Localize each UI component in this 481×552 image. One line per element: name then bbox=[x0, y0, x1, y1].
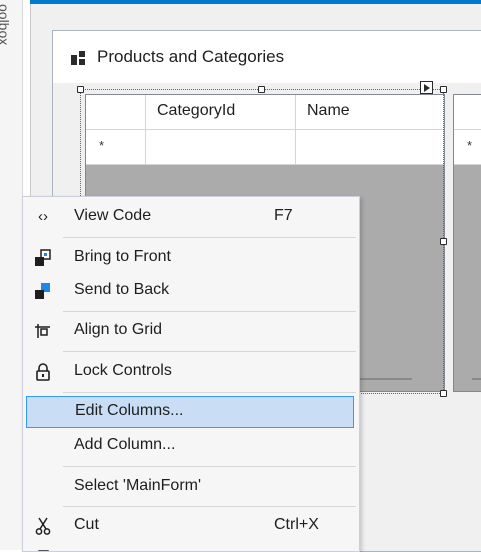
menu-separator bbox=[63, 311, 356, 312]
menu-item-edit-columns[interactable]: Edit Columns... bbox=[26, 396, 354, 428]
context-menu: ‹› View Code F7 Bring to Front Send to B… bbox=[22, 196, 360, 552]
menu-item-align-to-grid[interactable]: Align to Grid bbox=[23, 315, 359, 347]
menu-item-view-code[interactable]: ‹› View Code F7 bbox=[23, 201, 359, 233]
toolbox-tab-label: oolbox bbox=[0, 4, 12, 46]
new-row-glyph: * bbox=[467, 138, 473, 153]
menu-item-cut[interactable]: Cut Ctrl+X bbox=[23, 510, 359, 542]
form-title: Products and Categories bbox=[97, 47, 285, 66]
send-to-back-icon bbox=[33, 281, 53, 301]
smart-tag-glyph[interactable] bbox=[420, 81, 433, 94]
resize-handle-top-right[interactable] bbox=[440, 86, 447, 93]
menu-item-lock-controls[interactable]: Lock Controls bbox=[23, 356, 359, 388]
menu-separator bbox=[63, 351, 356, 352]
cut-icon bbox=[33, 516, 53, 536]
resize-handle-top-left[interactable] bbox=[77, 86, 84, 93]
menu-item-send-to-back[interactable]: Send to Back bbox=[23, 275, 359, 307]
resize-handle-bottom-right[interactable] bbox=[440, 390, 447, 397]
menu-separator bbox=[63, 392, 356, 393]
shortcut-label: F7 bbox=[274, 207, 293, 224]
menu-item-bring-to-front[interactable]: Bring to Front bbox=[23, 242, 359, 274]
menu-item-next-partial[interactable] bbox=[23, 542, 359, 551]
horizontal-scrollbar[interactable] bbox=[472, 378, 481, 380]
code-icon: ‹› bbox=[38, 208, 48, 225]
menu-separator bbox=[63, 466, 356, 467]
form-icon bbox=[71, 51, 85, 65]
resize-handle-right[interactable] bbox=[440, 238, 447, 245]
grid-new-row[interactable]: * bbox=[454, 130, 481, 165]
menu-item-add-column[interactable]: Add Column... bbox=[23, 430, 359, 462]
menu-separator bbox=[63, 237, 356, 238]
menu-separator bbox=[63, 506, 356, 507]
menu-item-select-mainform[interactable]: Select 'MainForm' bbox=[23, 471, 359, 503]
form-titlebar: Products and Categories bbox=[53, 31, 481, 83]
align-to-grid-icon bbox=[33, 321, 53, 341]
grid-header-row bbox=[454, 95, 481, 130]
resize-handle-top[interactable] bbox=[258, 86, 265, 93]
products-grid[interactable]: * bbox=[453, 94, 481, 392]
lock-icon bbox=[33, 362, 53, 382]
toolbox-tab[interactable]: oolbox bbox=[0, 0, 23, 550]
bring-to-front-icon bbox=[33, 248, 53, 268]
shortcut-label: Ctrl+X bbox=[274, 516, 319, 533]
designer-accent-bar bbox=[30, 0, 481, 4]
copy-icon bbox=[33, 548, 53, 551]
